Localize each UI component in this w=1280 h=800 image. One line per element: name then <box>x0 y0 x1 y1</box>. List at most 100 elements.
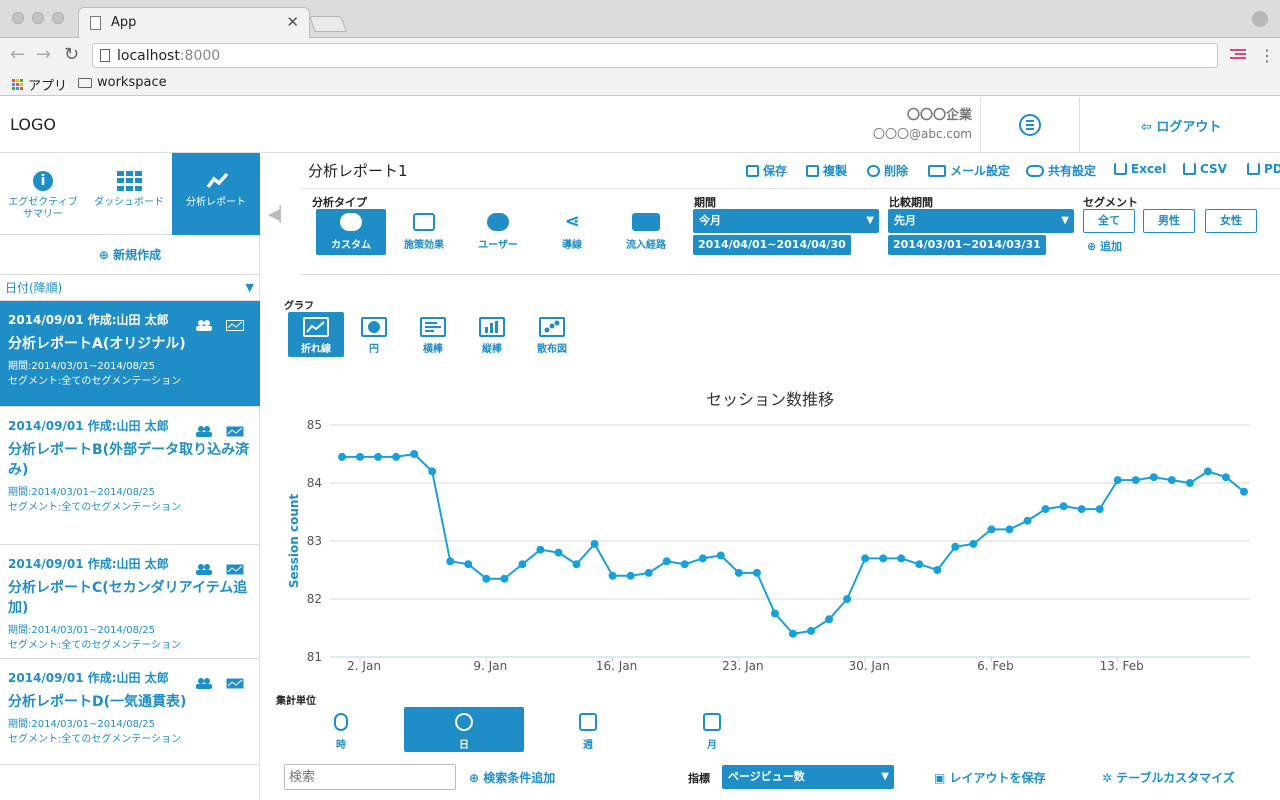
pdf-label: PDF <box>1264 162 1280 176</box>
segment-add-button[interactable]: ⊕ 追加 <box>1087 238 1122 254</box>
tab-analysis-report[interactable]: 分析レポート <box>172 153 260 235</box>
unit-week[interactable]: 週 <box>528 707 648 752</box>
report-date: 2014/09/01 作成:山田 太郎 <box>8 557 169 571</box>
analysis-type-inflow[interactable]: 流入経路 <box>611 209 681 255</box>
users-icon[interactable] <box>196 316 212 331</box>
window-close-button[interactable] <box>12 12 24 24</box>
caret-down-icon: ▼ <box>1061 215 1069 226</box>
period-range[interactable]: 2014/04/01~2014/04/30 <box>693 235 851 255</box>
forward-icon[interactable]: → <box>36 44 51 65</box>
browser-tab[interactable]: App ✕ <box>78 7 310 38</box>
unit-day[interactable]: 日 <box>404 707 524 752</box>
compare-period-range[interactable]: 2014/03/01~2014/03/31 <box>888 235 1046 255</box>
graph-type-vbar[interactable]: 縦棒 <box>464 312 520 357</box>
mail-settings-button[interactable]: メール設定 <box>928 162 1010 179</box>
window-minimize-button[interactable] <box>32 12 44 24</box>
back-icon[interactable]: ← <box>10 44 25 65</box>
new-tab-button[interactable] <box>309 16 347 32</box>
mail-chart-icon[interactable] <box>226 422 244 437</box>
data-point <box>1041 505 1050 514</box>
bookmark-apps-label: アプリ <box>28 79 68 94</box>
analysis-type-user[interactable]: ユーザー <box>463 209 533 255</box>
mail-chart-icon[interactable] <box>226 316 244 331</box>
segment-female[interactable]: 女性 <box>1205 209 1257 233</box>
url-field[interactable]: localhost:8000 <box>92 43 1218 68</box>
gears-icon: ✲ <box>1102 771 1117 785</box>
unit-hour[interactable]: 時 <box>281 707 401 752</box>
tab-title: App <box>111 15 137 30</box>
mail-icon <box>928 165 946 177</box>
analysis-type-label-user: ユーザー <box>478 240 518 251</box>
clock-icon <box>455 713 473 731</box>
analysis-type-effect[interactable]: 施策効果 <box>389 209 459 255</box>
metric-select[interactable]: ページビュー数 ▼ <box>722 765 894 789</box>
profile-icon[interactable] <box>1252 11 1268 27</box>
csv-button[interactable]: CSV <box>1183 162 1227 176</box>
analysis-type-flow[interactable]: ⋖ 導線 <box>537 209 607 255</box>
search-input[interactable] <box>284 764 456 790</box>
browser-menu-icon[interactable]: ⋮ <box>1259 46 1275 65</box>
graph-type-line[interactable]: 折れ線 <box>288 312 344 357</box>
graph-type-label-scatter: 散布図 <box>537 344 567 355</box>
duplicate-button[interactable]: 複製 <box>806 162 847 179</box>
reload-icon[interactable]: ↻ <box>64 44 79 65</box>
bookmark-workspace[interactable]: workspace <box>78 75 167 90</box>
data-point <box>464 560 473 569</box>
save-button[interactable]: 保存 <box>746 162 787 179</box>
period-select[interactable]: 今月 ▼ <box>693 209 879 233</box>
menu-button[interactable] <box>980 97 1080 153</box>
users-icon[interactable] <box>196 674 212 689</box>
graph-type-hbar[interactable]: 横棒 <box>405 312 461 357</box>
users-icon[interactable] <box>196 560 212 575</box>
collapse-sidebar-icon[interactable]: ◀▏ <box>268 205 291 223</box>
session-line-chart: セッション数推移 Session count 81 82 83 84 85 2. Jan 9. … <box>287 390 1250 673</box>
gears-icon <box>340 213 362 231</box>
analysis-type-custom[interactable]: カスタム <box>316 209 386 255</box>
tab-dashboard[interactable]: ダッシュボード <box>86 153 172 235</box>
extension-icon[interactable] <box>1230 49 1246 61</box>
metric-value: ページビュー数 <box>728 770 805 783</box>
data-point <box>1113 476 1122 485</box>
logout-button[interactable]: ⇦ ログアウト <box>1141 116 1221 135</box>
segment-all[interactable]: 全て <box>1083 209 1135 233</box>
user-icon <box>487 213 509 231</box>
data-point <box>752 568 761 577</box>
compare-period-select[interactable]: 先月 ▼ <box>888 209 1074 233</box>
sort-dropdown[interactable]: 日付(降順) ▼ <box>0 275 260 301</box>
report-card-c[interactable]: 2014/09/01 作成:山田 太郎 分析レポートC(セカンダリアイテム追加)… <box>0 545 260 659</box>
table-customize-button[interactable]: ✲ テーブルカスタマイズ <box>1102 769 1235 786</box>
bookmark-apps[interactable]: アプリ <box>12 75 67 94</box>
window-zoom-button[interactable] <box>52 12 64 24</box>
tab-close-icon[interactable]: ✕ <box>286 13 299 31</box>
save-layout-button[interactable]: ▣ レイアウトを保存 <box>934 769 1046 786</box>
segment-male[interactable]: 男性 <box>1143 209 1195 233</box>
share-settings-button[interactable]: 共有設定 <box>1026 162 1096 179</box>
data-point <box>1077 505 1086 514</box>
data-point <box>734 568 743 577</box>
address-bar-area: ← → ↻ localhost:8000 ⋮ <box>0 38 1280 72</box>
mail-settings-label: メール設定 <box>950 164 1011 178</box>
report-card-b[interactable]: 2014/09/01 作成:山田 太郎 分析レポートB(外部データ取り込み済み)… <box>0 407 260 545</box>
info-icon: i <box>33 171 53 191</box>
mail-chart-icon[interactable] <box>226 674 244 689</box>
analysis-type-label-custom: カスタム <box>331 240 371 251</box>
search-plus-icon: ⊕ <box>469 771 484 785</box>
delete-button[interactable]: 削除 <box>867 162 908 179</box>
excel-label: Excel <box>1131 162 1167 176</box>
data-point <box>680 560 689 569</box>
graph-type-scatter[interactable]: 散布図 <box>524 312 580 357</box>
add-search-condition-button[interactable]: ⊕ 検索条件追加 <box>469 769 555 786</box>
tab-executive-summary[interactable]: i エグゼクティブ サマリー <box>0 153 86 235</box>
mail-chart-icon[interactable] <box>226 560 244 575</box>
pdf-button[interactable]: PDF <box>1247 162 1280 176</box>
new-report-button[interactable]: ⊕ 新規作成 <box>0 235 260 275</box>
chart-title: セッション数推移 <box>706 390 834 409</box>
data-point <box>374 452 383 461</box>
report-card-a[interactable]: 2014/09/01 作成:山田 太郎 分析レポートA(オリジナル) 期間:20… <box>0 301 260 407</box>
graph-type-pie[interactable]: 円 <box>346 312 402 357</box>
excel-button[interactable]: Excel <box>1114 162 1166 176</box>
x-tick-label: 16. Jan <box>596 659 637 673</box>
report-card-d[interactable]: 2014/09/01 作成:山田 太郎 分析レポートD(一気通貫表) 期間:20… <box>0 659 260 765</box>
users-icon[interactable] <box>196 422 212 437</box>
unit-month[interactable]: 月 <box>652 707 772 752</box>
